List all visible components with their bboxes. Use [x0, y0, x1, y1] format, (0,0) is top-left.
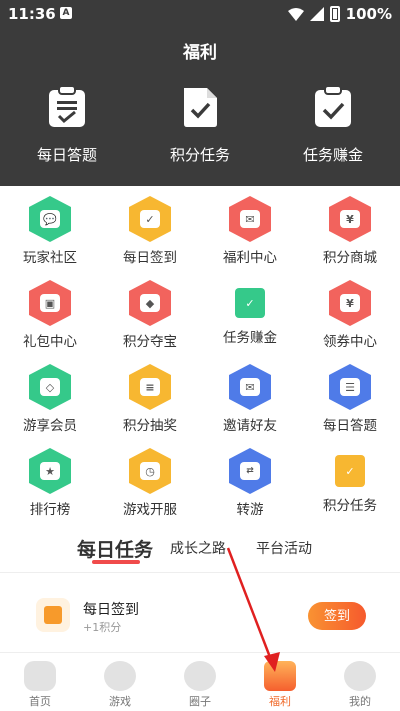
grid-item-task-earn[interactable]: ✓ 任务赚金: [200, 280, 300, 346]
nav-label: 游戏: [109, 695, 131, 708]
grid-item-vip-member[interactable]: ◇ 游享会员: [0, 364, 100, 434]
bottom-nav: 首页 游戏 圈子 福利 我的: [0, 652, 400, 711]
grid-item-label: 每日签到: [123, 250, 177, 266]
grid-item-label: 邀请好友: [223, 418, 277, 434]
grid-item-points-treasure[interactable]: ◆ 积分夺宝: [100, 280, 200, 350]
grid-item-points-task[interactable]: ✓ 积分任务: [300, 448, 400, 514]
quick-action-daily-quiz[interactable]: 每日答题: [7, 85, 127, 165]
grid-item-label: 玩家社区: [23, 250, 77, 266]
quick-action-points-task[interactable]: 积分任务: [140, 86, 260, 165]
grid-item-leaderboard[interactable]: ★ 排行榜: [0, 448, 100, 518]
task-title: 每日签到: [83, 602, 139, 618]
gamepad-icon: [24, 661, 56, 691]
grid-item-label: 游享会员: [23, 418, 77, 434]
tab-platform-events[interactable]: 平台活动: [256, 538, 312, 558]
grid-item-points-mall[interactable]: ¥ 积分商城: [300, 196, 400, 266]
task-reward: +1积分: [83, 621, 122, 634]
header: 11:36 A 100% 福利 每日答题 积分任务 任务赚金: [0, 0, 400, 186]
battery-icon: [329, 6, 340, 22]
grid-item-label: 游戏开服: [123, 502, 177, 518]
wifi-icon: [287, 7, 304, 21]
trophy-icon: ★: [29, 448, 71, 494]
quick-action-label: 任务赚金: [302, 146, 363, 164]
quick-action-label: 每日答题: [36, 146, 97, 164]
grid-item-label: 领券中心: [323, 334, 377, 350]
gift-envelope-icon: ✉: [229, 196, 271, 242]
mail-icon: ✉: [229, 364, 271, 410]
grid-item-label: 福利中心: [223, 250, 277, 266]
grid-item-label: 任务赚金: [223, 330, 277, 346]
signal-icon: [309, 7, 324, 21]
nav-label: 首页: [29, 695, 51, 708]
grid-item-points-lottery[interactable]: ≡ 积分抽奖: [100, 364, 200, 434]
status-right: 100%: [287, 5, 392, 23]
clipboard-icon: ☰: [329, 364, 371, 410]
clipboard-list-icon: [49, 85, 85, 127]
battery-percent: 100%: [345, 5, 392, 23]
nav-home[interactable]: 首页: [5, 661, 75, 709]
transfer-icon: ⇄: [229, 448, 271, 494]
checkin-button[interactable]: 签到: [308, 602, 366, 630]
calendar-icon: ✓: [129, 196, 171, 242]
gift-icon: [264, 661, 296, 691]
coins-icon: ≡: [129, 364, 171, 410]
server-clock-icon: ◷: [129, 448, 171, 494]
grid-item-label: 积分商城: [323, 250, 377, 266]
grid-item-label: 每日答题: [323, 418, 377, 434]
divider: [0, 572, 400, 573]
nav-games[interactable]: 游戏: [85, 661, 155, 709]
heart-icon: [104, 661, 136, 691]
tab-daily-tasks[interactable]: 每日任务: [77, 535, 153, 562]
store-icon: ¥: [329, 196, 371, 242]
grid-item-invite-friends[interactable]: ✉ 邀请好友: [200, 364, 300, 434]
status-bar: 11:36 A 100%: [0, 0, 400, 28]
status-time: 11:36: [8, 5, 56, 23]
grid-item-daily-quiz[interactable]: ☰ 每日答题: [300, 364, 400, 434]
nav-welfare[interactable]: 福利: [245, 661, 315, 709]
grid-item-label: 转游: [236, 502, 264, 518]
grid-item-label: 积分抽奖: [123, 418, 177, 434]
circle-chat-icon: [184, 661, 216, 691]
tab-growth-path[interactable]: 成长之路: [170, 538, 226, 558]
nav-label: 福利: [269, 695, 291, 708]
treasure-icon: ◆: [129, 280, 171, 326]
task-check-icon: ✓: [235, 288, 265, 318]
grid-item-gift-center[interactable]: ▣ 礼包中心: [0, 280, 100, 350]
diamond-icon: ◇: [29, 364, 71, 410]
nav-label: 圈子: [189, 695, 211, 708]
glasses-face-icon: [344, 661, 376, 691]
tab-active-indicator: [92, 560, 140, 564]
gift-box-icon: ▣: [29, 280, 71, 326]
grid-item-label: 积分夺宝: [123, 334, 177, 350]
document-check-icon: [184, 88, 217, 127]
calendar-check-icon: [36, 598, 70, 632]
grid-item-label: 礼包中心: [23, 334, 77, 350]
document-check-icon: ✓: [335, 455, 365, 487]
grid-item-coupon-center[interactable]: ¥ 领券中心: [300, 280, 400, 350]
quick-action-label: 积分任务: [169, 146, 230, 164]
nav-circle[interactable]: 圈子: [165, 661, 235, 709]
clipboard-check-icon: [315, 85, 351, 127]
chat-icon: 💬: [29, 196, 71, 242]
grid-item-welfare-center[interactable]: ✉ 福利中心: [200, 196, 300, 266]
grid-item-transfer-game[interactable]: ⇄ 转游: [200, 448, 300, 518]
nav-profile[interactable]: 我的: [325, 661, 395, 709]
coupon-icon: ¥: [329, 280, 371, 326]
grid-item-daily-checkin[interactable]: ✓ 每日签到: [100, 196, 200, 266]
nav-label: 我的: [349, 695, 371, 708]
grid-item-label: 排行榜: [29, 502, 71, 518]
quick-action-task-earn[interactable]: 任务赚金: [273, 85, 393, 165]
page-title: 福利: [183, 43, 217, 63]
grid-item-label: 积分任务: [323, 498, 377, 514]
notification-icon: A: [60, 7, 72, 19]
grid-item-game-servers[interactable]: ◷ 游戏开服: [100, 448, 200, 518]
grid-item-player-community[interactable]: 💬 玩家社区: [0, 196, 100, 266]
